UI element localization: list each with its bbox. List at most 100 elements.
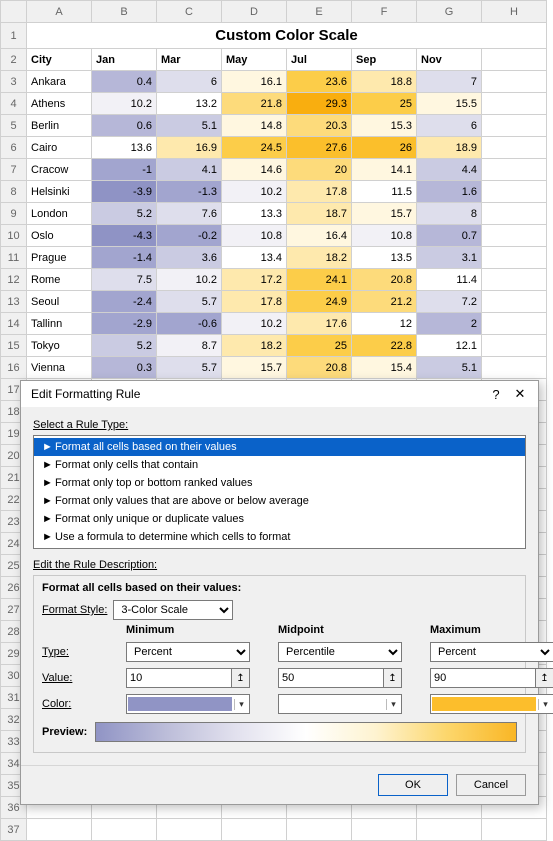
data-cell[interactable]: 16.9 <box>157 137 222 159</box>
data-cell[interactable]: 10.2 <box>222 313 287 335</box>
data-cell[interactable]: 3.6 <box>157 247 222 269</box>
city-cell[interactable]: Rome <box>27 269 92 291</box>
data-cell[interactable]: 15.4 <box>352 357 417 379</box>
maximum-color-select[interactable]: ▾ <box>430 694 553 714</box>
data-cell[interactable]: 24.5 <box>222 137 287 159</box>
data-cell[interactable]: -0.6 <box>157 313 222 335</box>
cell[interactable] <box>482 49 547 71</box>
row-header[interactable]: 16 <box>1 357 27 379</box>
data-cell[interactable]: 16.1 <box>222 71 287 93</box>
row-header[interactable]: 9 <box>1 203 27 225</box>
minimum-type-select[interactable]: Percent <box>126 642 250 662</box>
cell[interactable] <box>482 93 547 115</box>
data-cell[interactable]: 15.3 <box>352 115 417 137</box>
row-header[interactable]: 13 <box>1 291 27 313</box>
data-cell[interactable]: 25 <box>287 335 352 357</box>
data-cell[interactable]: 5.7 <box>157 357 222 379</box>
data-cell[interactable]: 24.1 <box>287 269 352 291</box>
data-cell[interactable]: 4.1 <box>157 159 222 181</box>
data-cell[interactable]: -4.3 <box>92 225 157 247</box>
cell[interactable] <box>222 819 287 841</box>
row-header[interactable]: 1 <box>1 23 27 49</box>
data-cell[interactable]: -1.4 <box>92 247 157 269</box>
cell[interactable] <box>27 819 92 841</box>
data-cell[interactable]: 27.6 <box>287 137 352 159</box>
city-cell[interactable]: Cairo <box>27 137 92 159</box>
data-cell[interactable]: 15.7 <box>352 203 417 225</box>
sheet-title[interactable]: Custom Color Scale <box>27 23 547 49</box>
data-cell[interactable]: 18.8 <box>352 71 417 93</box>
city-cell[interactable]: Prague <box>27 247 92 269</box>
cell[interactable] <box>287 819 352 841</box>
data-cell[interactable]: 17.6 <box>287 313 352 335</box>
data-cell[interactable]: 7 <box>417 71 482 93</box>
data-cell[interactable]: 10.8 <box>222 225 287 247</box>
data-cell[interactable]: 7.2 <box>417 291 482 313</box>
data-cell[interactable]: 21.2 <box>352 291 417 313</box>
cell[interactable] <box>482 819 547 841</box>
cell[interactable] <box>92 819 157 841</box>
data-cell[interactable]: 29.3 <box>287 93 352 115</box>
range-picker-icon[interactable]: ↥ <box>535 669 553 687</box>
maximum-type-select[interactable]: Percent <box>430 642 553 662</box>
data-cell[interactable]: -1 <box>92 159 157 181</box>
city-cell[interactable]: Tallinn <box>27 313 92 335</box>
rule-type-item[interactable]: ► Format only cells that contain <box>34 456 525 474</box>
row-header[interactable]: 10 <box>1 225 27 247</box>
data-cell[interactable]: 13.6 <box>92 137 157 159</box>
data-cell[interactable]: -2.9 <box>92 313 157 335</box>
column-header[interactable]: E <box>287 1 352 23</box>
table-column-header[interactable]: Sep <box>352 49 417 71</box>
data-cell[interactable]: 0.6 <box>92 115 157 137</box>
data-cell[interactable]: 6 <box>157 71 222 93</box>
data-cell[interactable]: 5.2 <box>92 335 157 357</box>
cell[interactable] <box>482 225 547 247</box>
data-cell[interactable]: 0.7 <box>417 225 482 247</box>
data-cell[interactable]: 13.5 <box>352 247 417 269</box>
city-cell[interactable]: Vienna <box>27 357 92 379</box>
data-cell[interactable]: 22.8 <box>352 335 417 357</box>
cell[interactable] <box>482 247 547 269</box>
city-cell[interactable]: Cracow <box>27 159 92 181</box>
cell[interactable] <box>482 291 547 313</box>
cell[interactable] <box>482 181 547 203</box>
data-cell[interactable]: 1.6 <box>417 181 482 203</box>
data-cell[interactable]: 7.5 <box>92 269 157 291</box>
data-cell[interactable]: 13.2 <box>157 93 222 115</box>
cell[interactable] <box>482 313 547 335</box>
data-cell[interactable]: 20.8 <box>352 269 417 291</box>
row-header[interactable]: 8 <box>1 181 27 203</box>
data-cell[interactable]: 26 <box>352 137 417 159</box>
data-cell[interactable]: 12.1 <box>417 335 482 357</box>
city-cell[interactable]: Berlin <box>27 115 92 137</box>
column-header[interactable]: C <box>157 1 222 23</box>
column-header[interactable]: F <box>352 1 417 23</box>
cell[interactable] <box>482 357 547 379</box>
rule-type-item[interactable]: ► Format only unique or duplicate values <box>34 510 525 528</box>
rule-type-item[interactable]: ► Format only top or bottom ranked value… <box>34 474 525 492</box>
cell[interactable] <box>482 203 547 225</box>
column-header[interactable]: B <box>92 1 157 23</box>
data-cell[interactable]: 15.5 <box>417 93 482 115</box>
midpoint-color-select[interactable]: ▾ <box>278 694 402 714</box>
rule-type-item[interactable]: ► Format all cells based on their values <box>34 438 525 456</box>
dialog-titlebar[interactable]: Edit Formatting Rule ? ✕ <box>21 381 538 407</box>
data-cell[interactable]: 21.8 <box>222 93 287 115</box>
data-cell[interactable]: 20.3 <box>287 115 352 137</box>
column-header[interactable]: G <box>417 1 482 23</box>
data-cell[interactable]: 5.2 <box>92 203 157 225</box>
city-cell[interactable]: Ankara <box>27 71 92 93</box>
data-cell[interactable]: 17.8 <box>287 181 352 203</box>
data-cell[interactable]: 0.3 <box>92 357 157 379</box>
cell[interactable] <box>482 269 547 291</box>
column-header[interactable]: H <box>482 1 547 23</box>
cell[interactable] <box>482 71 547 93</box>
data-cell[interactable]: 8.7 <box>157 335 222 357</box>
city-cell[interactable]: Seoul <box>27 291 92 313</box>
data-cell[interactable]: 10.8 <box>352 225 417 247</box>
data-cell[interactable]: -0.2 <box>157 225 222 247</box>
rule-type-list[interactable]: ► Format all cells based on their values… <box>33 435 526 549</box>
rule-type-item[interactable]: ► Use a formula to determine which cells… <box>34 528 525 546</box>
table-column-header[interactable]: Mar <box>157 49 222 71</box>
cell[interactable] <box>482 335 547 357</box>
